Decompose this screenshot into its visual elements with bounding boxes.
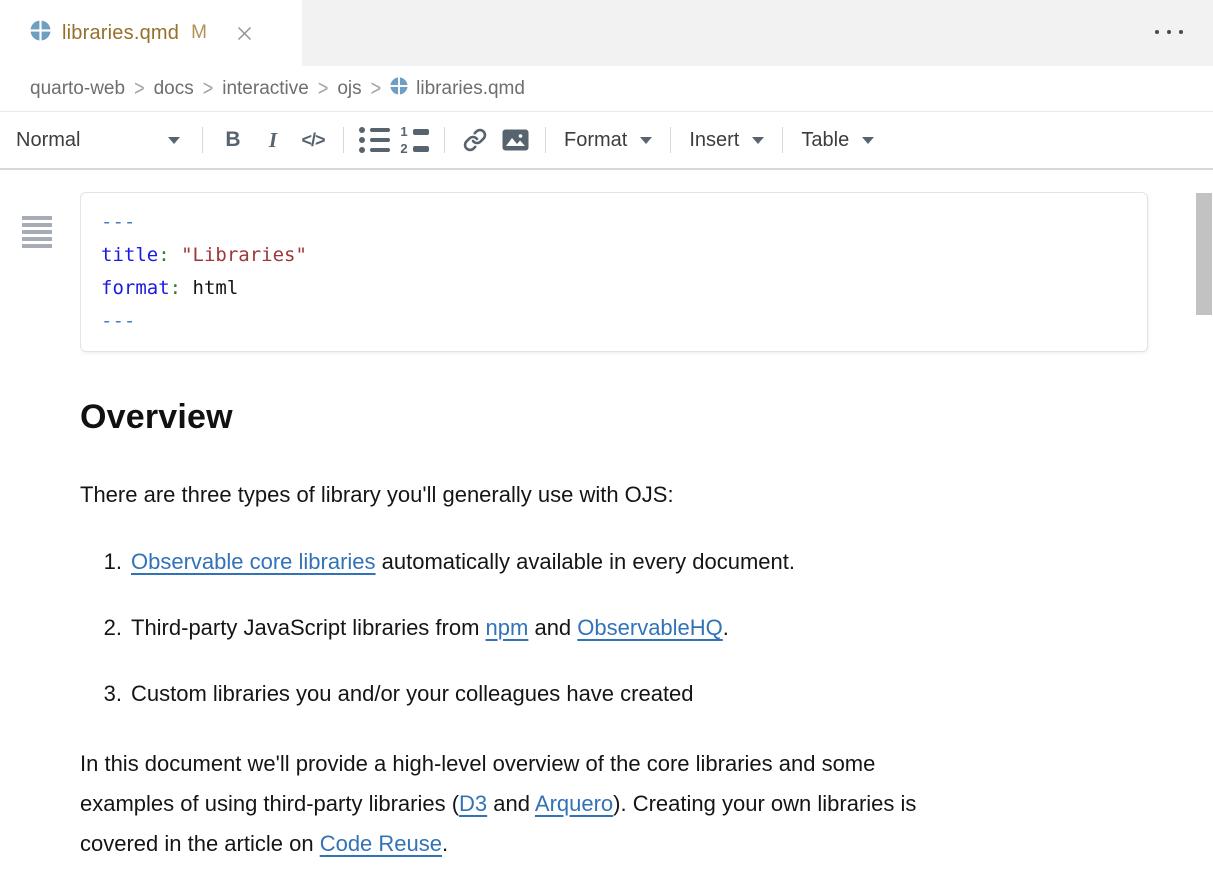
breadcrumb-file-label: libraries.qmd: [416, 78, 525, 100]
list-item-text: Custom libraries you and/or your colleag…: [131, 674, 694, 714]
breadcrumb-item-docs[interactable]: docs: [154, 78, 194, 100]
code-button[interactable]: </>: [293, 120, 333, 160]
chevron-down-icon: [752, 137, 764, 144]
text-run: .: [442, 831, 448, 856]
chevron-right-icon: >: [371, 75, 382, 101]
list-item-number: 1.: [80, 542, 122, 582]
format-menu[interactable]: Format: [556, 120, 660, 160]
chevron-right-icon: >: [318, 75, 329, 101]
insert-link-button[interactable]: [455, 120, 495, 160]
chevron-right-icon: >: [203, 75, 214, 101]
text-run: and: [528, 615, 577, 640]
formatting-toolbar: Normal B I </> 1 2: [0, 112, 1213, 170]
tab-libraries-qmd[interactable]: libraries.qmd M: [0, 0, 302, 66]
text-run: Third-party JavaScript libraries from: [131, 615, 486, 640]
npm-link[interactable]: npm: [486, 615, 529, 640]
link-icon: [463, 128, 487, 152]
code-line: title: "Libraries": [101, 239, 1127, 272]
text-run: Custom libraries you and/or your colleag…: [131, 681, 694, 706]
code-line: format: html: [101, 272, 1127, 305]
code-line: ---: [101, 206, 1127, 239]
chevron-down-icon: [168, 137, 180, 144]
code-line: ---: [101, 305, 1127, 338]
quarto-file-icon: [390, 77, 408, 101]
ordered-list-button[interactable]: 1 2: [394, 120, 434, 160]
table-menu[interactable]: Table: [793, 120, 882, 160]
more-actions-icon[interactable]: [1155, 30, 1183, 34]
list-item-text: Third-party JavaScript libraries from np…: [131, 608, 729, 648]
toolbar-separator: [202, 127, 203, 153]
list-item: 2.Third-party JavaScript libraries from …: [80, 608, 1213, 648]
image-icon: [502, 129, 529, 151]
tab-title: libraries.qmd: [62, 22, 179, 45]
bold-button[interactable]: B: [213, 120, 253, 160]
intro-paragraph: There are three types of library you'll …: [80, 475, 1213, 515]
breadcrumb: quarto-web > docs > interactive > ojs > …: [0, 66, 1213, 112]
d3-link[interactable]: D3: [459, 791, 487, 816]
chevron-down-icon: [640, 137, 652, 144]
paragraph-style-value: Normal: [16, 129, 80, 152]
insert-menu[interactable]: Insert: [681, 120, 772, 160]
list-item-text: Observable core libraries automatically …: [131, 542, 795, 582]
breadcrumb-item-ojs[interactable]: ojs: [337, 78, 361, 100]
breadcrumb-item-file[interactable]: libraries.qmd: [390, 77, 525, 101]
paragraph-style-select[interactable]: Normal: [14, 120, 192, 160]
italic-button[interactable]: I: [253, 120, 293, 160]
toolbar-separator: [670, 127, 671, 153]
arquero-link[interactable]: Arquero: [535, 791, 613, 816]
modified-badge: M: [191, 22, 207, 44]
yaml-front-matter-block[interactable]: ---title: "Libraries"format: html---: [80, 192, 1148, 352]
observable-core-libraries-link[interactable]: Observable core libraries: [131, 549, 376, 574]
vertical-scrollbar[interactable]: [1196, 193, 1212, 315]
text-run: and: [487, 791, 535, 816]
code-reuse-link[interactable]: Code Reuse: [320, 831, 442, 856]
list-item-number: 2.: [80, 608, 122, 648]
library-types-list: 1.Observable core libraries automaticall…: [80, 542, 1213, 714]
quarto-file-icon: [30, 20, 51, 46]
insert-image-button[interactable]: [495, 120, 535, 160]
toolbar-separator: [343, 127, 344, 153]
text-run: automatically available in every documen…: [376, 549, 795, 574]
visual-editor-canvas[interactable]: ---title: "Libraries"format: html--- Ove…: [0, 192, 1213, 889]
toolbar-separator: [545, 127, 546, 153]
list-item: 3. Custom libraries you and/or your colle…: [80, 674, 1213, 714]
text-run: .: [723, 615, 729, 640]
breadcrumb-item-quarto-web[interactable]: quarto-web: [30, 78, 125, 100]
close-tab-icon[interactable]: [234, 22, 256, 44]
chevron-right-icon: >: [134, 75, 145, 101]
breadcrumb-item-interactive[interactable]: interactive: [222, 78, 309, 100]
list-item-number: 3.: [80, 674, 122, 714]
bullet-list-button[interactable]: [354, 120, 394, 160]
block-drag-handle-icon[interactable]: [22, 216, 52, 248]
list-item: 1.Observable core libraries automaticall…: [80, 542, 1213, 582]
closing-paragraph: In this document we'll provide a high-le…: [80, 744, 932, 864]
toolbar-separator: [782, 127, 783, 153]
page-title: Overview: [80, 398, 1213, 437]
bullet-list-icon: [359, 127, 390, 153]
editor-tab-bar: libraries.qmd M: [0, 0, 1213, 66]
toolbar-separator: [444, 127, 445, 153]
observablehq-link[interactable]: ObservableHQ: [577, 615, 723, 640]
chevron-down-icon: [862, 137, 874, 144]
ordered-list-icon: 1 2: [400, 124, 429, 156]
